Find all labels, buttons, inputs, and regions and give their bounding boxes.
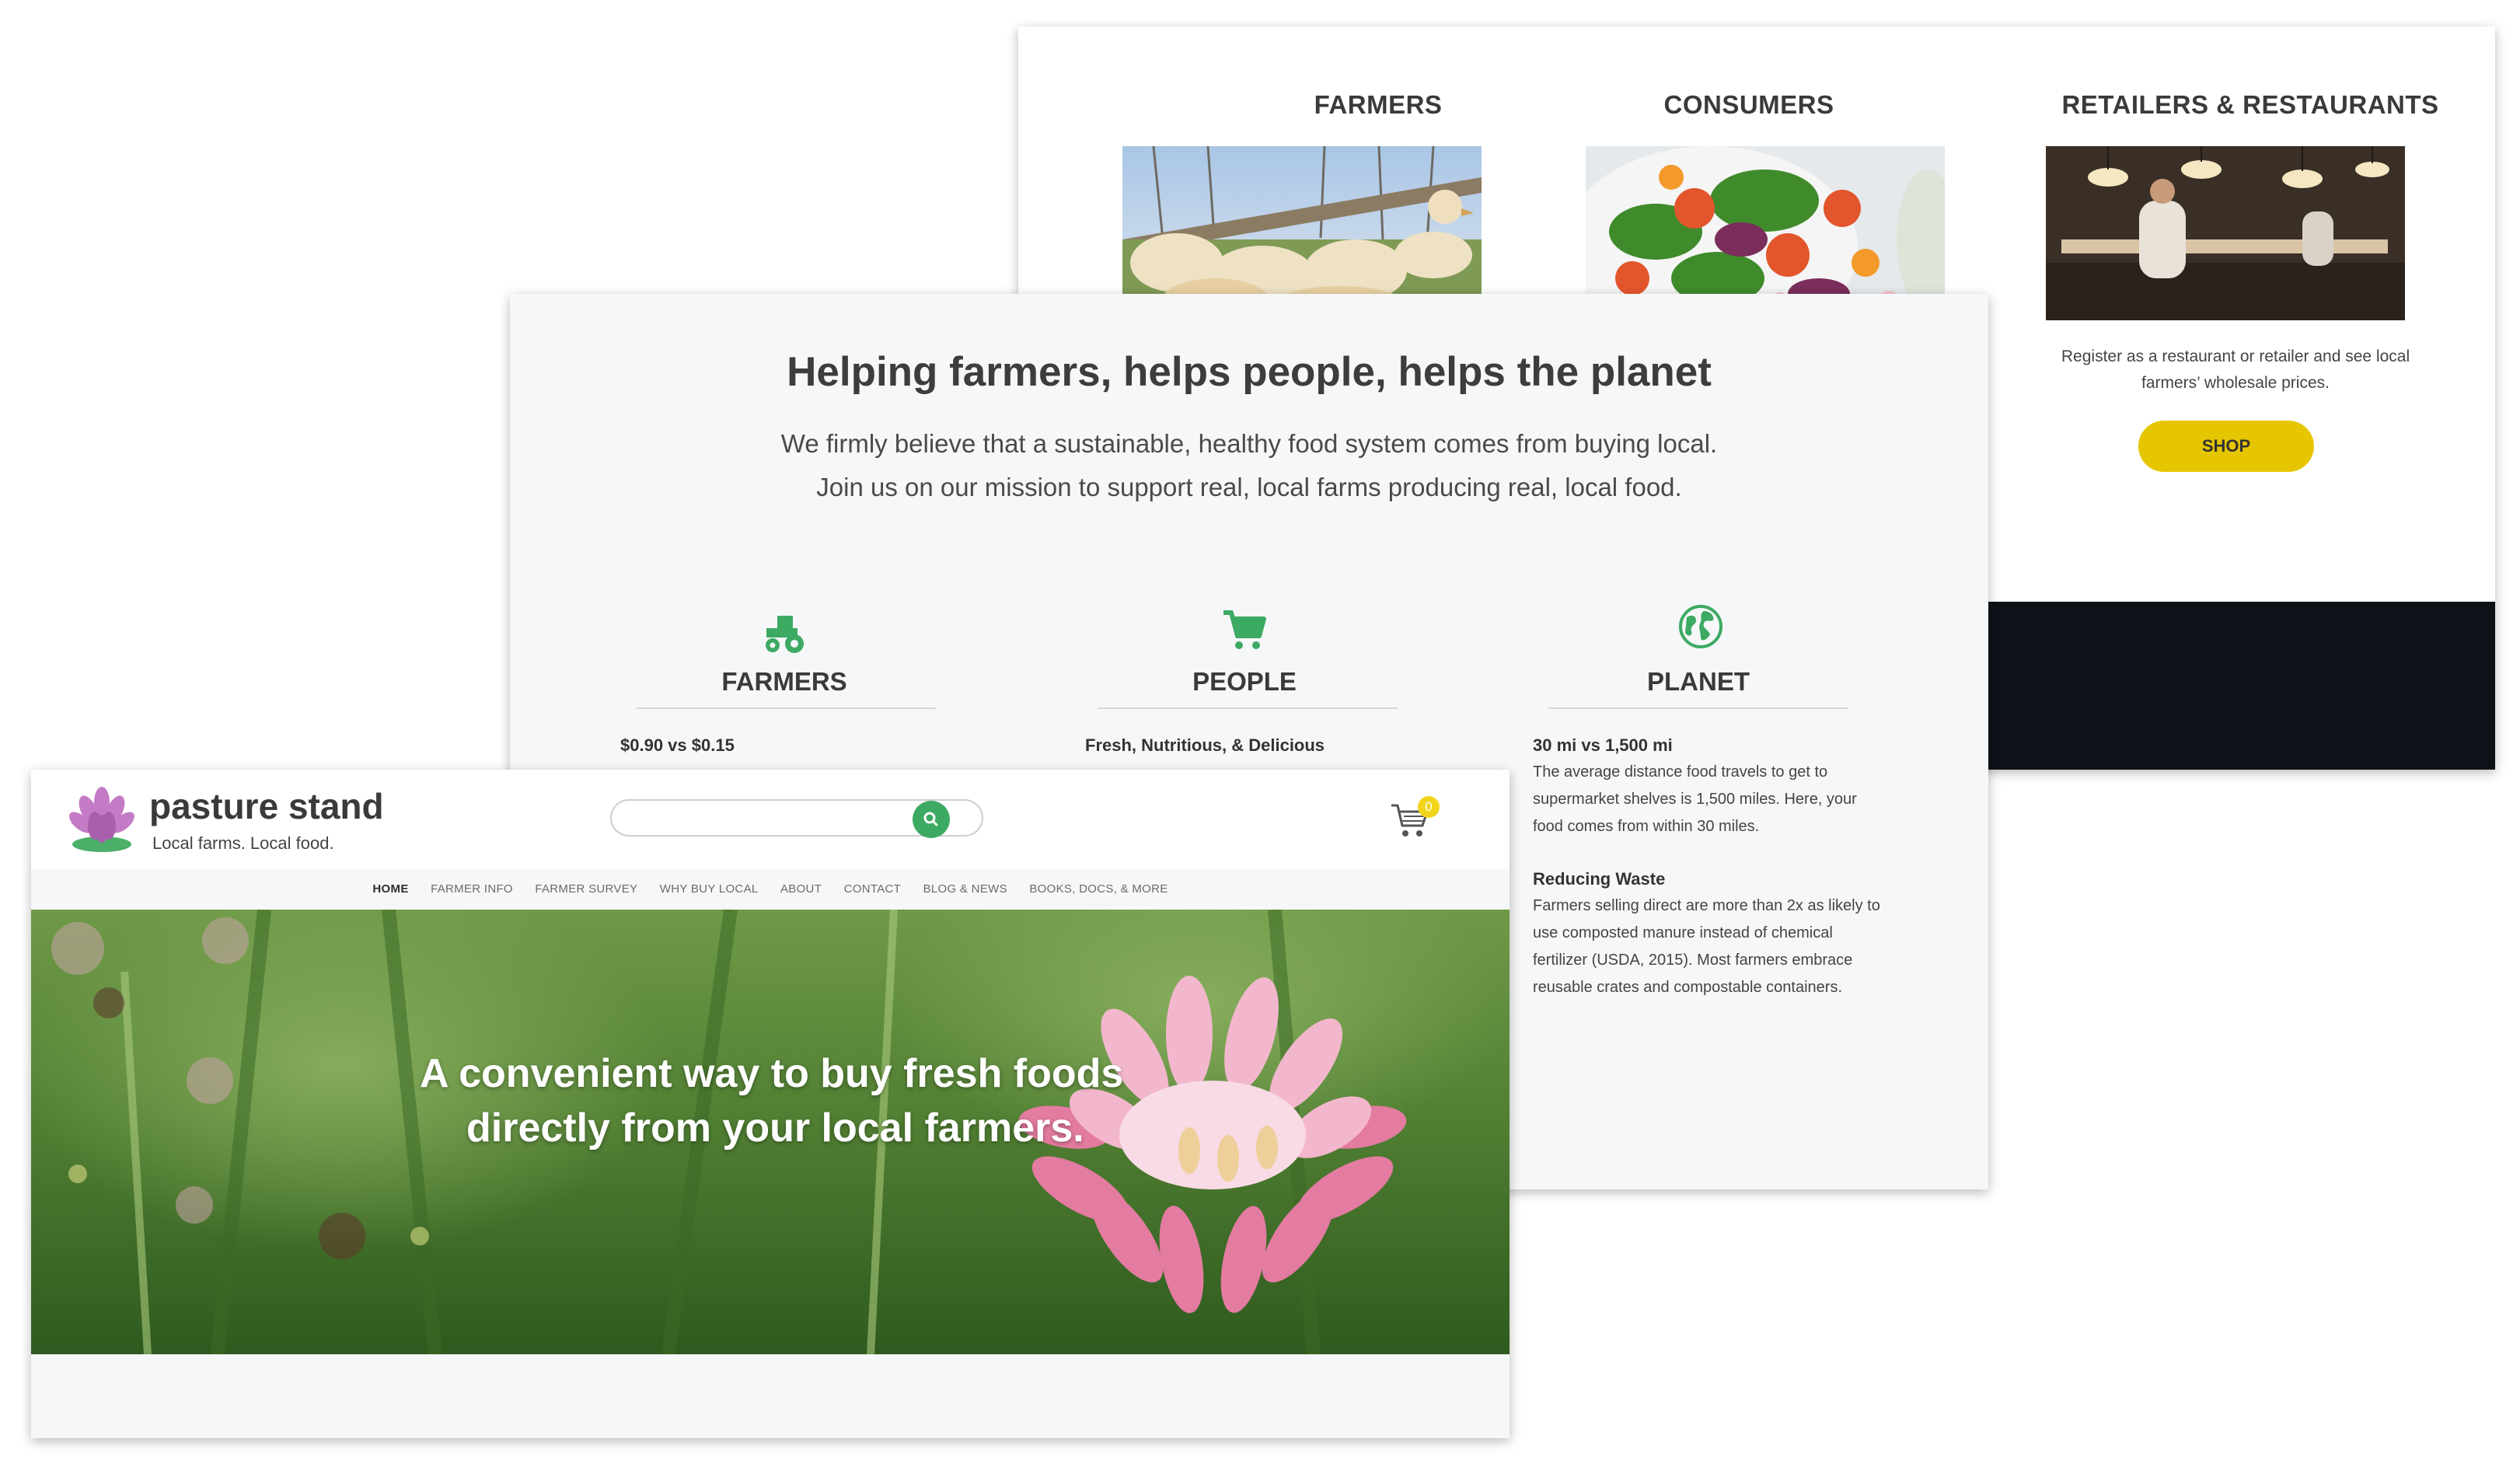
main-navigation: HOME FARMER INFO FARMER SURVEY WHY BUY L… [31, 869, 1510, 910]
nav-item-farmer-survey[interactable]: FARMER SURVEY [535, 869, 637, 910]
planet-stat-line: supermarket shelves is 1,500 miles. Here… [1533, 791, 1857, 808]
planet-stat-line: The average distance food travels to get… [1533, 763, 1828, 781]
clover-logo-icon[interactable] [68, 785, 135, 854]
search-icon [923, 812, 938, 826]
nav-item-books-docs[interactable]: BOOKS, DOCS, & MORE [1029, 869, 1168, 910]
hero-banner: A convenient way to buy fresh foods dire… [31, 910, 1510, 1354]
mission-headline: Helping farmers, helps people, helps the… [787, 349, 1712, 395]
retailers-description: Register as a restaurant or retailer and… [2057, 344, 2414, 396]
nav-item-about[interactable]: ABOUT [780, 869, 822, 910]
retailers-column-title: RETAILERS & RESTAURANTS [2061, 90, 2439, 119]
planet-stat-text: The average distance food travels to get… [1533, 759, 1937, 840]
site-header: pasture stand Local farms. Local food. 0 [31, 770, 1510, 869]
search-button[interactable] [913, 801, 950, 838]
people-pillar-divider [1098, 707, 1398, 709]
kitchen-photo[interactable] [2046, 146, 2405, 320]
tractor-icon [766, 616, 804, 653]
waste-stat-line: use composted manure instead of chemical [1533, 924, 1833, 941]
waste-stat-text: Farmers selling direct are more than 2x … [1533, 892, 1937, 1001]
mission-line-2: Join us on our mission to support real, … [816, 473, 1682, 501]
planet-pillar-divider [1548, 707, 1848, 709]
shopping-cart-icon [1223, 610, 1266, 649]
nav-item-contact[interactable]: CONTACT [844, 869, 901, 910]
farmers-stat-title: $0.90 vs $0.15 [620, 735, 735, 755]
waste-stat-line: Farmers selling direct are more than 2x … [1533, 897, 1880, 914]
people-pillar-title: PEOPLE [1192, 667, 1297, 696]
retailers-description-line-1: Register as a restaurant or retailer and… [2061, 348, 2410, 365]
waste-stat-title: Reducing Waste [1533, 869, 1666, 889]
hero-headline-line-1: A convenient way to buy fresh foods [420, 1051, 1124, 1096]
hero-headline-line-2: directly from your local farmers. [466, 1105, 1084, 1151]
site-tagline: Local farms. Local food. [152, 833, 334, 853]
planet-stat-line: food comes from within 30 miles. [1533, 818, 1760, 835]
globe-icon [1679, 605, 1722, 648]
farmers-column-title: FARMERS [1314, 90, 1443, 119]
waste-stat-line: reusable crates and compostable containe… [1533, 979, 1843, 996]
site-brand-name[interactable]: pasture stand [149, 785, 384, 827]
planet-pillar-title: PLANET [1647, 667, 1750, 696]
consumers-column-title: CONSUMERS [1663, 90, 1834, 119]
homepage-panel: pasture stand Local farms. Local food. 0… [31, 770, 1510, 1438]
waste-stat-line: fertilizer (USDA, 2015). Most farmers em… [1533, 952, 1853, 969]
people-stat-title: Fresh, Nutritious, & Delicious [1085, 735, 1325, 755]
cart-count-badge: 0 [1418, 796, 1440, 818]
nav-item-home[interactable]: HOME [372, 869, 408, 910]
farmers-pillar-title: FARMERS [721, 667, 847, 696]
shop-button[interactable]: SHOP [2138, 421, 2314, 472]
footer-band [1988, 602, 2495, 770]
planet-stat-title: 30 mi vs 1,500 mi [1533, 735, 1673, 755]
farmers-pillar-divider [636, 707, 936, 709]
mission-line-1: We firmly believe that a sustainable, he… [780, 429, 1718, 458]
nav-item-blog-news[interactable]: BLOG & NEWS [923, 869, 1007, 910]
nav-item-why-buy-local[interactable]: WHY BUY LOCAL [660, 869, 759, 910]
retailers-description-line-2: farmers’ wholesale prices. [2141, 374, 2330, 392]
nav-item-farmer-info[interactable]: FARMER INFO [431, 869, 513, 910]
